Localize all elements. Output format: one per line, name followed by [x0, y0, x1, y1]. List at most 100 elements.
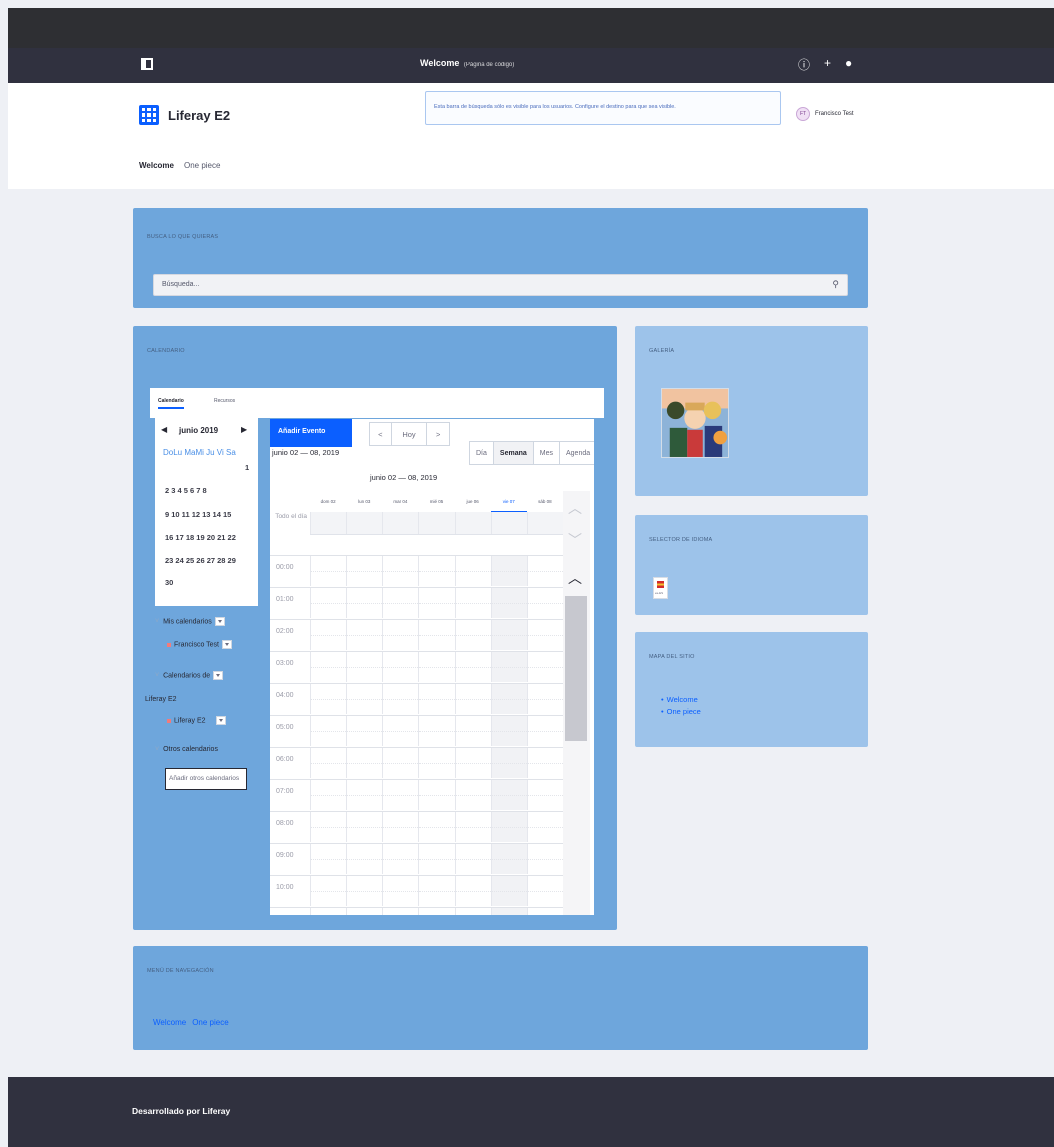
- time-slot[interactable]: [454, 748, 491, 778]
- time-slot[interactable]: [346, 716, 383, 746]
- time-slot[interactable]: [418, 716, 455, 746]
- user-name[interactable]: Francisco Test: [815, 111, 854, 117]
- time-slot[interactable]: [490, 684, 527, 714]
- time-slot[interactable]: [490, 716, 527, 746]
- time-slot[interactable]: [490, 556, 527, 586]
- chevron-down-icon[interactable]: ﹀: [568, 533, 582, 547]
- time-slot[interactable]: [490, 908, 527, 915]
- time-slot[interactable]: [382, 844, 419, 874]
- time-slot[interactable]: [418, 588, 455, 618]
- time-slot[interactable]: [418, 684, 455, 714]
- day-header[interactable]: lun 03: [346, 499, 382, 512]
- time-slot[interactable]: [490, 844, 527, 874]
- info-icon[interactable]: ⓘ: [798, 56, 810, 73]
- calendar-color-swatch[interactable]: [167, 718, 171, 723]
- time-slot[interactable]: [310, 844, 347, 874]
- search-input[interactable]: Búsqueda... ⚲: [153, 274, 848, 296]
- add-event-button[interactable]: Añadir Evento: [270, 419, 352, 447]
- mini-calendar-week[interactable]: 16 17 18 19 20 21 22: [165, 533, 236, 542]
- time-slot[interactable]: [382, 556, 419, 586]
- time-slot[interactable]: [346, 908, 382, 915]
- time-row[interactable]: 09:00: [270, 843, 564, 874]
- time-slot[interactable]: [346, 780, 383, 810]
- time-slot[interactable]: [526, 780, 564, 810]
- time-slot[interactable]: [526, 908, 563, 915]
- view-month-button[interactable]: Mes: [534, 442, 560, 464]
- simulation-icon[interactable]: ●: [845, 56, 852, 73]
- day-header[interactable]: mié 05: [418, 499, 454, 512]
- day-header[interactable]: sáb 08: [527, 499, 563, 512]
- time-slot[interactable]: [346, 620, 383, 650]
- time-slot[interactable]: [346, 812, 383, 842]
- tab-recursos[interactable]: Recursos: [214, 398, 235, 404]
- time-slot[interactable]: [310, 652, 347, 682]
- mini-calendar-week[interactable]: 23 24 25 26 27 28 29: [165, 556, 236, 565]
- time-slot[interactable]: [454, 620, 491, 650]
- time-slot[interactable]: [310, 588, 347, 618]
- time-slot[interactable]: [346, 652, 383, 682]
- navmenu-link-welcome[interactable]: Welcome: [153, 1018, 186, 1027]
- other-calendars-input[interactable]: Añadir otros calendarios: [165, 768, 247, 790]
- search-icon[interactable]: ⚲: [832, 279, 839, 290]
- time-slot[interactable]: [526, 844, 564, 874]
- day-header[interactable]: dom 02: [310, 499, 346, 512]
- time-slot[interactable]: [526, 652, 564, 682]
- time-slot[interactable]: [346, 684, 383, 714]
- time-row[interactable]: 10:00: [270, 875, 564, 906]
- time-slot[interactable]: [418, 876, 455, 906]
- my-calendars-header[interactable]: ˅ Mis calendarios: [155, 617, 225, 626]
- next-week-icon[interactable]: >: [427, 423, 449, 445]
- time-slot[interactable]: [382, 684, 419, 714]
- nav-item-welcome[interactable]: Welcome: [139, 161, 174, 170]
- time-slot[interactable]: [526, 716, 564, 746]
- calendar-color-swatch[interactable]: [167, 642, 171, 647]
- time-slot[interactable]: [382, 780, 419, 810]
- time-slot[interactable]: [418, 780, 455, 810]
- time-row[interactable]: 06:00: [270, 747, 564, 778]
- time-row[interactable]: 08:00: [270, 811, 564, 842]
- mini-calendar-week[interactable]: 30: [165, 578, 173, 587]
- time-row[interactable]: 07:00: [270, 779, 564, 810]
- navmenu-link-one-piece[interactable]: One piece: [192, 1018, 228, 1027]
- time-slot[interactable]: [310, 780, 347, 810]
- time-slot[interactable]: [310, 556, 347, 586]
- sidebar-toggle-icon[interactable]: [141, 58, 153, 70]
- time-slot[interactable]: [418, 908, 454, 915]
- time-slot[interactable]: [490, 812, 527, 842]
- day-header[interactable]: mar 04: [382, 499, 418, 512]
- time-slot[interactable]: [490, 588, 527, 618]
- time-slot[interactable]: [382, 588, 419, 618]
- time-slot[interactable]: [454, 844, 491, 874]
- today-button[interactable]: Hoy: [392, 423, 428, 445]
- time-slot[interactable]: [310, 812, 347, 842]
- scroll-up-icon[interactable]: ︿: [568, 571, 582, 585]
- time-slot[interactable]: [310, 748, 347, 778]
- time-slot[interactable]: [454, 588, 491, 618]
- time-slot[interactable]: [382, 716, 419, 746]
- time-slot[interactable]: [526, 748, 564, 778]
- time-row[interactable]: 01:00: [270, 587, 564, 618]
- time-slot[interactable]: [310, 620, 347, 650]
- time-slot[interactable]: [490, 780, 527, 810]
- time-slot[interactable]: [310, 876, 347, 906]
- time-slot[interactable]: [382, 652, 419, 682]
- calendar-item-liferay[interactable]: Liferay E2: [167, 716, 226, 725]
- prev-month-icon[interactable]: ◀: [161, 425, 167, 434]
- spanish-flag-icon[interactable]: [653, 577, 668, 599]
- dropdown-icon[interactable]: [215, 716, 226, 725]
- nav-item-one-piece[interactable]: One piece: [184, 161, 220, 170]
- site-name[interactable]: Liferay E2: [168, 108, 230, 123]
- time-slot[interactable]: [454, 812, 491, 842]
- dropdown-icon[interactable]: [213, 671, 224, 680]
- time-slot[interactable]: [382, 748, 419, 778]
- mini-calendar-week[interactable]: 9 10 11 12 13 14 15: [165, 510, 231, 519]
- time-slot[interactable]: [526, 684, 564, 714]
- time-slot[interactable]: [526, 620, 564, 650]
- time-slot[interactable]: [526, 876, 564, 906]
- scheduler-scrollbar[interactable]: ︿ ﹀ ︿: [563, 491, 590, 915]
- time-slot[interactable]: [382, 620, 419, 650]
- sitemap-link-one-piece[interactable]: One piece: [661, 706, 701, 718]
- time-slot[interactable]: [382, 908, 418, 915]
- time-grid[interactable]: 00:00 01:00 02:00 03:00 04:00 05:00 06:00 07:00…: [270, 555, 564, 915]
- tab-calendario[interactable]: Calendario: [158, 398, 184, 409]
